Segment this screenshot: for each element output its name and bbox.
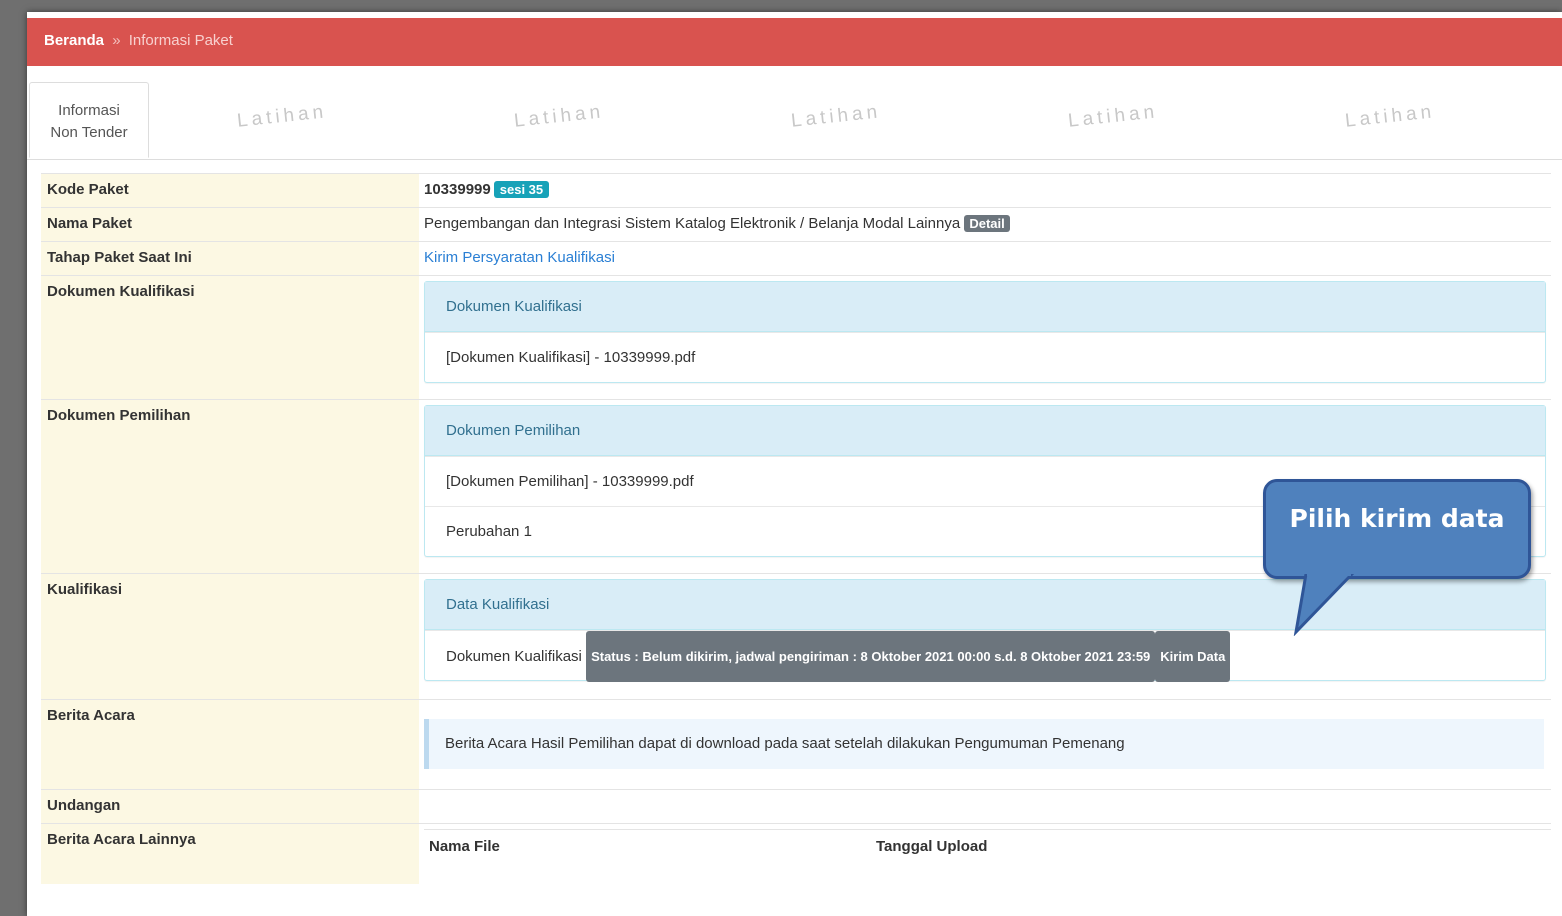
row-value: Pengembangan dan Integrasi Sistem Katalo… [424, 208, 1551, 232]
row-label: Berita Acara Lainnya [41, 824, 419, 884]
row-label: Kualifikasi [41, 574, 419, 700]
dokumen-kualifikasi-panel: Dokumen Kualifikasi [Dokumen Kualifikasi… [424, 281, 1546, 383]
row-label: Undangan [41, 790, 419, 824]
row-label: Dokumen Kualifikasi [41, 276, 419, 400]
table-row: Undangan [41, 789, 1551, 824]
kode-paket-value: 10339999 [424, 181, 491, 198]
kualifikasi-item-label: Dokumen Kualifikasi [446, 648, 582, 665]
tab-bar: Informasi Non Tender Latihan Latihan Lat… [27, 82, 1562, 160]
breadcrumb-separator: » [112, 32, 121, 49]
panel-heading: Data Kualifikasi [425, 580, 1545, 630]
data-kualifikasi-panel: Data Kualifikasi Dokumen Kualifikasi Sta… [424, 579, 1546, 682]
main-page: Beranda » Informasi Paket Informasi Non … [27, 12, 1562, 916]
row-label: Kode Paket [41, 174, 419, 208]
watermark: Latihan [513, 101, 606, 132]
col-header-date: Tanggal Upload [876, 838, 988, 855]
col-header-file: Nama File [429, 838, 500, 855]
callout-pointer [1293, 574, 1355, 636]
watermark: Latihan [236, 101, 329, 132]
breadcrumb: Beranda » Informasi Paket [27, 18, 1562, 66]
row-label: Nama Paket [41, 208, 419, 242]
tahap-link[interactable]: Kirim Persyaratan Kualifikasi [424, 249, 615, 266]
table-row: Berita Acara Lainnya Nama File Tanggal U… [41, 823, 1551, 884]
table-row: Tahap Paket Saat Ini Kirim Persyaratan K… [41, 241, 1551, 276]
panel-heading: Dokumen Pemilihan [425, 406, 1545, 456]
document-link[interactable]: [Dokumen Kualifikasi] - 10339999.pdf [425, 332, 1545, 382]
instruction-callout: Pilih kirim data [1263, 479, 1531, 579]
row-value: Kirim Persyaratan Kualifikasi [424, 242, 1551, 266]
panel-heading: Dokumen Kualifikasi [425, 282, 1545, 332]
kualifikasi-item: Dokumen Kualifikasi Status : Belum dikir… [425, 630, 1545, 682]
tab-informasi-non-tender[interactable]: Informasi Non Tender [29, 82, 149, 158]
tab-label-line2: Non Tender [50, 124, 128, 141]
callout-text: Pilih kirim data [1289, 504, 1505, 533]
watermark: Latihan [1344, 101, 1437, 132]
kirim-data-button[interactable]: Kirim Data [1155, 631, 1231, 682]
watermark: Latihan [790, 101, 883, 132]
table-row: Kode Paket 10339999 sesi 35 [41, 173, 1551, 208]
tab-label-line1: Informasi [58, 102, 120, 119]
watermark: Latihan [1067, 101, 1160, 132]
table-row: Nama Paket Pengembangan dan Integrasi Si… [41, 207, 1551, 242]
breadcrumb-current: Informasi Paket [128, 32, 233, 49]
row-label: Berita Acara [41, 700, 419, 790]
row-label: Tahap Paket Saat Ini [41, 242, 419, 276]
row-value: 10339999 sesi 35 [424, 174, 1551, 198]
session-badge: sesi 35 [493, 181, 550, 198]
berita-acara-info: Berita Acara Hasil Pemilihan dapat di do… [424, 719, 1544, 769]
breadcrumb-home-link[interactable]: Beranda [44, 32, 104, 49]
detail-button[interactable]: Detail [964, 215, 1010, 232]
row-label: Dokumen Pemilihan [41, 400, 419, 574]
status-badge: Status : Belum dikirim, jadwal pengirima… [586, 631, 1156, 682]
file-table-header-line [424, 829, 1551, 830]
nama-paket-value: Pengembangan dan Integrasi Sistem Katalo… [424, 215, 961, 232]
